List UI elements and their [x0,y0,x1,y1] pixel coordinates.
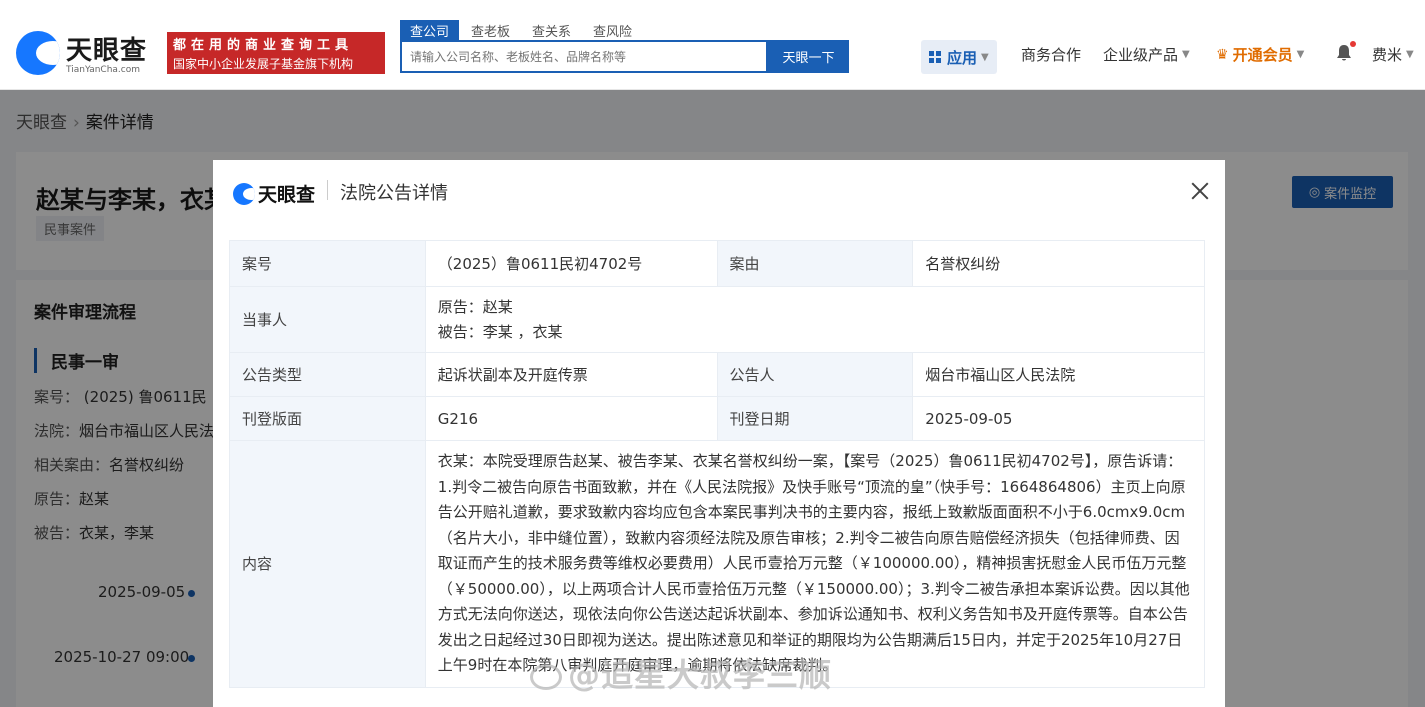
top-header: 天眼查 TianYanCha.com 都在用的商业查询工具 国家中小企业发展子基… [0,0,1425,90]
table-row: 当事人 原告：赵某 被告：李某 ，衣某 [229,286,1206,353]
chevron-down-icon: ▼ [1296,49,1305,60]
parties-label: 当事人 [229,286,426,353]
page-label: 刊登版面 [229,396,426,441]
table-row: 公告类型 起诉状副本及开庭传票 公告人 烟台市福山区人民法院 [229,352,1205,397]
user-name: 费米 [1372,46,1403,64]
chevron-down-icon: ▼ [1406,49,1414,60]
divider [327,180,328,200]
cause-label: 案由 [716,240,914,287]
defendant-text: 被告：李某 ，衣某 [437,322,563,341]
nav-business[interactable]: 商务合作 [1021,44,1081,65]
nav-vip-label: 开通会员 [1232,46,1293,64]
logo-text: 天眼查 [66,36,148,66]
close-icon[interactable] [1189,180,1211,202]
bell-icon[interactable] [1336,41,1356,62]
tab-boss[interactable]: 查老板 [461,20,520,41]
table-row: 刊登版面 G216 刊登日期 2025-09-05 [229,396,1205,441]
user-menu[interactable]: 费米 ▼ [1372,44,1414,65]
cause-value: 名誉权纠纷 [912,240,1205,287]
logo-subtext: TianYanCha.com [66,65,141,75]
site-logo[interactable]: 天眼查 TianYanCha.com [16,30,147,75]
watermark-text: @追星大叔李三顺 [568,656,833,694]
plaintiff-text: 原告：赵某 [437,297,513,316]
chevron-down-icon: ▼ [1182,49,1190,60]
search-button[interactable]: 天眼一下 [768,40,849,73]
date-label: 刊登日期 [716,396,914,441]
type-value: 起诉状副本及开庭传票 [424,352,718,397]
search-tabs: 查公司 查老板 查关系 查风险 [400,20,642,41]
weibo-watermark: @追星大叔李三顺 [530,650,832,696]
content-label: 内容 [229,440,426,688]
modal-title: 法院公告详情 [340,183,448,204]
announcer-label: 公告人 [716,352,914,397]
search-input[interactable] [400,40,768,73]
nav-enterprise[interactable]: 企业级产品 ▼ [1103,44,1190,65]
apps-grid-icon [929,51,941,63]
logo-icon [16,30,60,75]
type-label: 公告类型 [229,352,426,397]
apps-label: 应用 [947,48,978,67]
slogan-line2: 国家中小企业发展子基金旗下机构 [173,57,354,71]
tab-risk[interactable]: 查风险 [583,20,642,41]
apps-menu[interactable]: 应用 ▼ [921,40,997,74]
table-row: 案号 （2025）鲁0611民初4702号 案由 名誉权纠纷 [229,240,1205,287]
case-no-label: 案号 [229,240,426,287]
date-value: 2025-09-05 [912,396,1205,441]
tab-company[interactable]: 查公司 [400,20,460,41]
nav-vip[interactable]: ♛ 开通会员 ▼ [1216,44,1304,65]
announcement-table: 案号 （2025）鲁0611民初4702号 案由 名誉权纠纷 当事人 原告：赵某… [229,240,1206,688]
announcement-modal: 天眼查 法院公告详情 案号 （2025）鲁0611民初4702号 案由 名誉权纠… [213,160,1225,707]
announcer-value: 烟台市福山区人民法院 [912,352,1205,397]
parties-value: 原告：赵某 被告：李某 ，衣某 [424,286,1206,353]
slogan-line1: 都在用的商业查询工具 [173,38,354,53]
modal-logo-text: 天眼查 [258,184,316,206]
case-no-value: （2025）鲁0611民初4702号 [424,240,718,287]
weibo-icon [530,664,562,690]
slogan-banner: 都在用的商业查询工具 国家中小企业发展子基金旗下机构 [167,32,385,74]
logo-icon [233,182,255,205]
modal-logo: 天眼查 [233,180,315,207]
tab-relation[interactable]: 查关系 [522,20,581,41]
page-value: G216 [424,396,718,441]
nav-enterprise-label: 企业级产品 [1103,46,1179,64]
chevron-down-icon: ▼ [981,51,989,63]
crown-icon: ♛ [1216,46,1229,63]
